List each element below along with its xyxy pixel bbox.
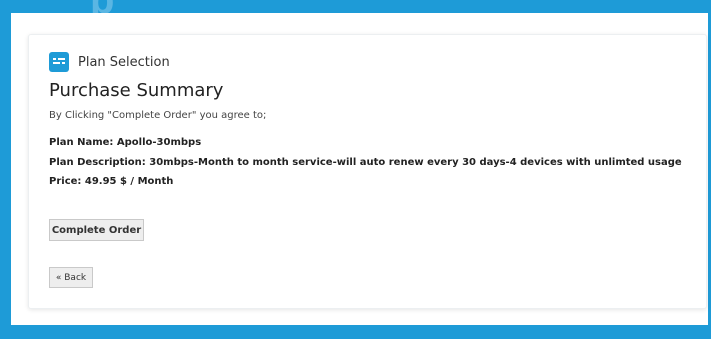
back-button[interactable]: « Back [49,267,93,288]
plan-name: Plan Name: Apollo-30mbps [49,137,202,148]
agreement-text: By Clicking "Complete Order" you agree t… [49,110,267,121]
card-header-label: Plan Selection [78,54,170,70]
card-header: Plan Selection [49,52,170,72]
purchase-summary-card: Plan Selection Purchase Summary By Click… [28,34,707,309]
content-frame: Plan Selection Purchase Summary By Click… [11,13,708,325]
complete-order-button[interactable]: Complete Order [49,219,144,241]
list-icon [49,52,69,72]
plan-price: Price: 49.95 $ / Month [49,176,174,187]
top-banner: p [0,0,711,22]
plan-description: Plan Description: 30mbps-Month to month … [49,157,682,168]
page-title: Purchase Summary [49,80,224,101]
